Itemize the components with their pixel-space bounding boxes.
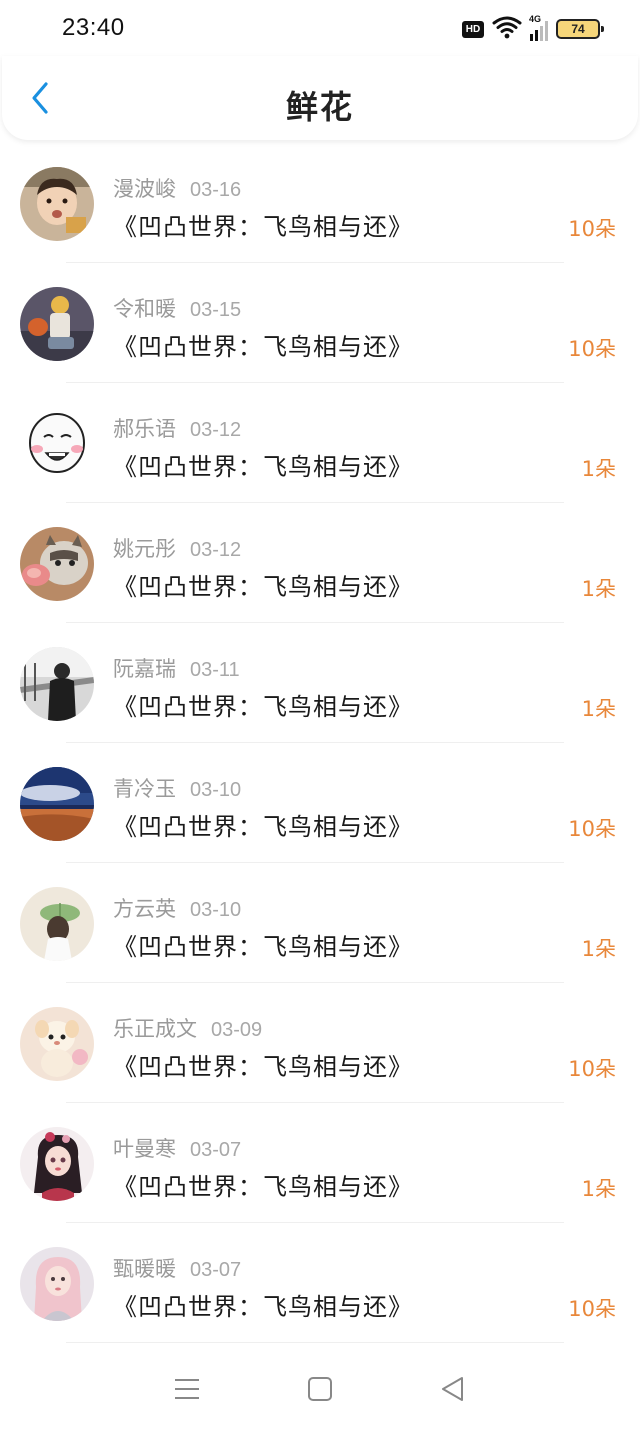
- item-date: 03-07: [190, 1259, 242, 1281]
- list-item[interactable]: 姚元彤 03-12 《凹凸世界：飞鸟相与还》 1朵: [0, 503, 640, 623]
- status-icons: HD 4G 74: [462, 14, 604, 44]
- list-item[interactable]: 叶曼寒 03-07 《凹凸世界：飞鸟相与还》 1朵: [0, 1103, 640, 1223]
- divider: [66, 1342, 564, 1343]
- list-item[interactable]: 令和暖 03-15 《凹凸世界：飞鸟相与还》 10朵: [0, 263, 640, 383]
- book-title: 《凹凸世界：飞鸟相与还》: [113, 1293, 413, 1321]
- flower-count: 1朵: [581, 697, 616, 721]
- username: 郝乐语: [113, 417, 176, 441]
- username: 甄暖暖: [113, 1257, 176, 1281]
- flower-count: 10朵: [568, 217, 616, 241]
- book-title: 《凹凸世界：飞鸟相与还》: [113, 213, 413, 241]
- item-date: 03-11: [190, 659, 240, 681]
- avatar: [20, 647, 94, 721]
- item-meta: 青冷玉 03-10: [113, 773, 241, 803]
- flower-count: 10朵: [568, 337, 616, 361]
- avatar: [20, 287, 94, 361]
- system-back-button[interactable]: [433, 1369, 473, 1409]
- book-title: 《凹凸世界：飞鸟相与还》: [113, 1053, 413, 1081]
- username: 阮嘉瑞: [113, 657, 176, 681]
- menu-icon: [174, 1379, 199, 1399]
- avatar: [20, 167, 94, 241]
- wifi-icon: [492, 15, 522, 43]
- avatar: [20, 407, 94, 481]
- item-date: 03-16: [190, 179, 242, 201]
- flower-count: 1朵: [581, 1177, 616, 1201]
- page-title: 鲜花: [285, 88, 354, 126]
- home-square-icon: [307, 1377, 332, 1401]
- flower-count: 1朵: [581, 577, 616, 601]
- avatar: [20, 527, 94, 601]
- avatar: [20, 1247, 94, 1321]
- home-button[interactable]: [300, 1369, 340, 1409]
- book-title: 《凹凸世界：飞鸟相与还》: [113, 693, 413, 721]
- status-time: 23:40: [62, 14, 125, 41]
- flower-count: 1朵: [581, 457, 616, 481]
- battery-level: 74: [571, 22, 585, 36]
- item-meta: 阮嘉瑞 03-11: [113, 653, 240, 683]
- item-meta: 方云英 03-10: [113, 893, 241, 923]
- item-meta: 漫波峻 03-16: [113, 173, 241, 203]
- book-title: 《凹凸世界：飞鸟相与还》: [113, 333, 413, 361]
- book-title: 《凹凸世界：飞鸟相与还》: [113, 1173, 413, 1201]
- item-meta: 乐正成文 03-09: [113, 1013, 262, 1043]
- item-meta: 令和暖 03-15: [113, 293, 241, 323]
- book-title: 《凹凸世界：飞鸟相与还》: [113, 453, 413, 481]
- item-date: 03-07: [190, 1139, 242, 1161]
- item-date: 03-12: [190, 419, 242, 441]
- username: 姚元彤: [113, 537, 176, 561]
- item-meta: 姚元彤 03-12: [113, 533, 241, 563]
- book-title: 《凹凸世界：飞鸟相与还》: [113, 573, 413, 601]
- back-triangle-icon: [442, 1377, 464, 1401]
- username: 漫波峻: [113, 177, 176, 201]
- avatar: [20, 767, 94, 841]
- book-title: 《凹凸世界：飞鸟相与还》: [113, 813, 413, 841]
- item-date: 03-12: [190, 539, 242, 561]
- item-date: 03-09: [211, 1019, 263, 1041]
- username: 青冷玉: [113, 777, 176, 801]
- system-navigation-bar: [0, 1345, 640, 1433]
- username: 乐正成文: [113, 1017, 197, 1041]
- item-meta: 甄暖暖 03-07: [113, 1253, 241, 1283]
- list-item[interactable]: 青冷玉 03-10 《凹凸世界：飞鸟相与还》 10朵: [0, 743, 640, 863]
- flower-count: 1朵: [581, 937, 616, 961]
- avatar: [20, 1127, 94, 1201]
- navigation-bar: 鲜花: [2, 56, 638, 140]
- list-item[interactable]: 甄暖暖 03-07 《凹凸世界：飞鸟相与还》 10朵: [0, 1223, 640, 1343]
- list-item[interactable]: 漫波峻 03-16 《凹凸世界：飞鸟相与还》 10朵: [0, 143, 640, 263]
- username: 叶曼寒: [113, 1137, 176, 1161]
- username: 方云英: [113, 897, 176, 921]
- flower-count: 10朵: [568, 1057, 616, 1081]
- flower-count: 10朵: [568, 1297, 616, 1321]
- avatar: [20, 887, 94, 961]
- book-title: 《凹凸世界：飞鸟相与还》: [113, 933, 413, 961]
- item-meta: 郝乐语 03-12: [113, 413, 241, 443]
- item-date: 03-15: [190, 299, 242, 321]
- item-meta: 叶曼寒 03-07: [113, 1133, 241, 1163]
- gift-list: 漫波峻 03-16 《凹凸世界：飞鸟相与还》 10朵 令和暖 03-15 《凹凸世界…: [0, 143, 640, 1343]
- list-item[interactable]: 方云英 03-10 《凹凸世界：飞鸟相与还》 1朵: [0, 863, 640, 983]
- network-type-label: 4G: [529, 14, 542, 24]
- avatar: [20, 1007, 94, 1081]
- list-item[interactable]: 郝乐语 03-12 《凹凸世界：飞鸟相与还》 1朵: [0, 383, 640, 503]
- list-item[interactable]: 阮嘉瑞 03-11 《凹凸世界：飞鸟相与还》 1朵: [0, 623, 640, 743]
- menu-button[interactable]: [167, 1369, 207, 1409]
- status-bar: 23:40 HD 4G 74: [0, 0, 640, 56]
- item-date: 03-10: [190, 899, 242, 921]
- list-item[interactable]: 乐正成文 03-09 《凹凸世界：飞鸟相与还》 10朵: [0, 983, 640, 1103]
- item-date: 03-10: [190, 779, 242, 801]
- flower-count: 10朵: [568, 817, 616, 841]
- cellular-signal-icon: 4G: [529, 14, 548, 41]
- username: 令和暖: [113, 297, 176, 321]
- battery-icon: 74: [556, 19, 604, 39]
- hd-badge: HD: [462, 20, 484, 38]
